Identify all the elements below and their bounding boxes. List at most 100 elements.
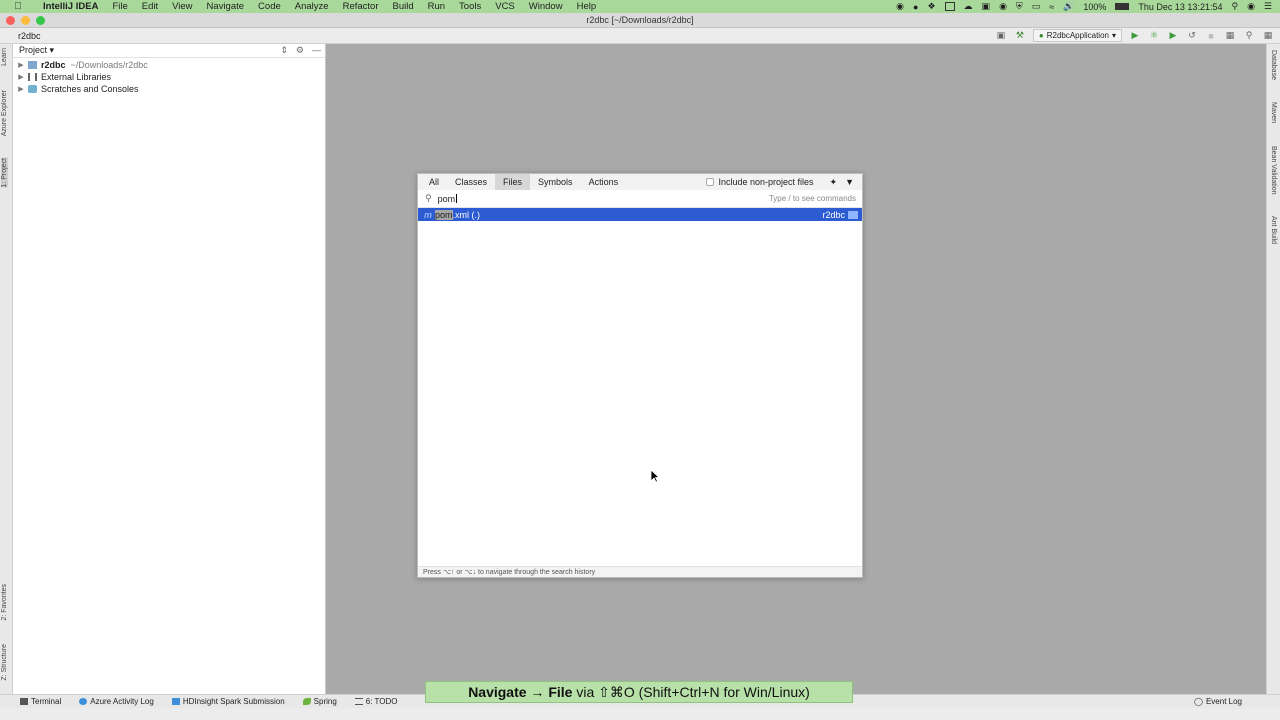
clock[interactable]: Thu Dec 13 13:21:54: [1138, 2, 1222, 12]
tree-item-external-libraries[interactable]: ▶ External Libraries: [13, 71, 325, 83]
tool-tab-learn[interactable]: Learn: [1, 48, 8, 66]
project-view-selector[interactable]: Project ▾: [19, 45, 54, 56]
apple-icon[interactable]: : [0, 1, 36, 12]
expand-arrow-icon[interactable]: ▶: [16, 85, 26, 93]
tab-all[interactable]: All: [421, 174, 447, 190]
menu-code[interactable]: Code: [251, 1, 288, 12]
expand-arrow-icon[interactable]: ▶: [16, 61, 26, 69]
tool-tab-event-log[interactable]: ◯ Event Log: [1194, 697, 1262, 706]
volume-icon[interactable]: 🔊: [1063, 1, 1074, 12]
search-input[interactable]: pom: [438, 194, 456, 204]
dropbox-icon[interactable]: ❖: [927, 1, 935, 12]
stop-icon[interactable]: ■: [1205, 30, 1217, 42]
search-result-row[interactable]: m pom .xml (.) r2dbc: [418, 208, 862, 221]
record-icon[interactable]: ◉: [896, 1, 904, 12]
window-title: r2dbc [~/Downloads/r2dbc]: [586, 15, 694, 25]
tool-tab-database[interactable]: Database: [1270, 50, 1277, 80]
siri-icon[interactable]: ◉: [1247, 1, 1255, 12]
tab-classes[interactable]: Classes: [447, 174, 495, 190]
eye-icon[interactable]: ◉: [999, 1, 1007, 12]
folder-icon: [848, 210, 858, 219]
debug-icon[interactable]: ⚛: [1148, 30, 1160, 42]
menu-view[interactable]: View: [165, 1, 199, 12]
menu-run[interactable]: Run: [421, 1, 452, 12]
tree-item-label: External Libraries: [41, 72, 112, 82]
tool-label: 6: TODO: [365, 697, 398, 706]
tool-tab-todo[interactable]: 6: TODO: [354, 697, 398, 706]
profile-icon[interactable]: ↺: [1186, 30, 1198, 42]
tool-tab-bean-validation[interactable]: Bean Validation: [1270, 146, 1277, 195]
tool-tab-azure-activity-log[interactable]: Azure Activity Log: [79, 697, 154, 706]
menu-edit[interactable]: Edit: [135, 1, 165, 12]
tool-tab-ant-build[interactable]: Ant Build: [1270, 216, 1277, 244]
shield-icon[interactable]: ⛨: [1016, 1, 1023, 12]
display-icon[interactable]: ▭: [1032, 1, 1041, 12]
run-with-coverage-icon[interactable]: ▶: [1167, 30, 1179, 42]
menu-vcs[interactable]: VCS: [488, 1, 522, 12]
tab-actions[interactable]: Actions: [581, 174, 627, 190]
run-configuration-select[interactable]: ● R2dbcApplication ▾: [1032, 29, 1122, 42]
tool-tab-favorites[interactable]: 2: Favorites: [1, 584, 8, 621]
settings-icon[interactable]: ▦: [1262, 30, 1274, 42]
menu-analyze[interactable]: Analyze: [288, 1, 336, 12]
azure-icon: [79, 698, 88, 705]
expand-arrow-icon[interactable]: ▶: [16, 73, 26, 81]
layout-icon[interactable]: ▦: [1224, 30, 1236, 42]
tree-item-path: ~/Downloads/r2dbc: [70, 60, 148, 70]
tool-label: Spring: [313, 697, 337, 706]
menu-build[interactable]: Build: [385, 1, 420, 12]
tool-tab-spring[interactable]: Spring: [302, 697, 337, 706]
filter-icon[interactable]: ▼: [845, 177, 854, 187]
include-non-project-checkbox[interactable]: [706, 178, 715, 186]
status-menu-area: ◉ ● ❖ ☁ ▣ ◉ ⛨ ▭ ≈ 🔊 100% Thu Dec 13 13:2…: [896, 1, 1280, 12]
hdinsight-icon: [171, 698, 180, 705]
menu-tools[interactable]: Tools: [452, 1, 488, 12]
tab-symbols[interactable]: Symbols: [530, 174, 581, 190]
notification-center-icon[interactable]: ☰: [1264, 1, 1272, 12]
menu-refactor[interactable]: Refactor: [336, 1, 386, 12]
spring-leaf-icon: [302, 698, 311, 705]
include-non-project-files-toggle[interactable]: Include non-project files: [706, 177, 814, 187]
tool-tab-azure-explorer[interactable]: Azure Explorer: [1, 90, 8, 136]
collapse-all-icon[interactable]: ⇕: [280, 45, 288, 56]
hide-icon[interactable]: —: [312, 45, 321, 56]
breadcrumb[interactable]: r2dbc: [0, 31, 41, 41]
battery-icon[interactable]: [1115, 3, 1130, 10]
menu-navigate[interactable]: Navigate: [200, 1, 252, 12]
zoom-window-button[interactable]: [36, 16, 45, 25]
minimize-window-button[interactable]: [21, 16, 30, 25]
tool-tab-terminal[interactable]: Terminal: [20, 697, 61, 706]
pin-icon[interactable]: ✦: [830, 177, 838, 188]
close-window-button[interactable]: [6, 16, 15, 25]
tree-item-r2dbc[interactable]: ▶ r2dbc ~/Downloads/r2dbc: [13, 59, 325, 71]
module-folder-icon: [28, 61, 37, 69]
circle-icon[interactable]: ●: [913, 2, 918, 12]
docker-icon[interactable]: ▣: [982, 1, 991, 12]
folder-icon[interactable]: ▣: [995, 30, 1007, 42]
cloud-icon[interactable]: ☁: [964, 1, 973, 12]
run-icon[interactable]: ▶: [1129, 30, 1141, 42]
right-tool-strip: Database Maven Bean Validation Ant Build: [1266, 44, 1280, 694]
tab-files[interactable]: Files: [495, 174, 531, 190]
build-hammer-icon[interactable]: ⚒: [1014, 30, 1026, 42]
menu-file[interactable]: File: [105, 1, 134, 12]
tool-tab-structure[interactable]: Z: Structure: [1, 644, 8, 681]
caption-action: Navigate → File: [468, 684, 573, 700]
spotlight-search-icon[interactable]: ⚲: [1231, 1, 1238, 12]
search-everywhere-icon[interactable]: ⚲: [1243, 30, 1255, 42]
menu-window[interactable]: Window: [522, 1, 570, 12]
wifi-icon[interactable]: ≈: [1049, 2, 1054, 12]
maven-file-icon: m: [424, 209, 433, 220]
gear-icon[interactable]: ⚙: [296, 45, 304, 56]
menu-help[interactable]: Help: [570, 1, 604, 12]
tool-tab-hdinsight-spark[interactable]: HDInsight Spark Submission: [171, 697, 285, 706]
commands-hint: Type / to see commands: [768, 194, 856, 203]
screen-icon[interactable]: [944, 2, 955, 11]
tool-tab-project[interactable]: 1: Project: [1, 158, 8, 188]
chevron-down-icon: ▾: [49, 45, 55, 55]
tool-tab-maven[interactable]: Maven: [1270, 102, 1277, 123]
tree-item-scratches[interactable]: ▶ Scratches and Consoles: [13, 83, 325, 95]
result-location: r2dbc: [822, 210, 862, 220]
menu-app-name[interactable]: IntelliJ IDEA: [36, 1, 105, 12]
chevron-down-icon: ▾: [1111, 31, 1116, 40]
